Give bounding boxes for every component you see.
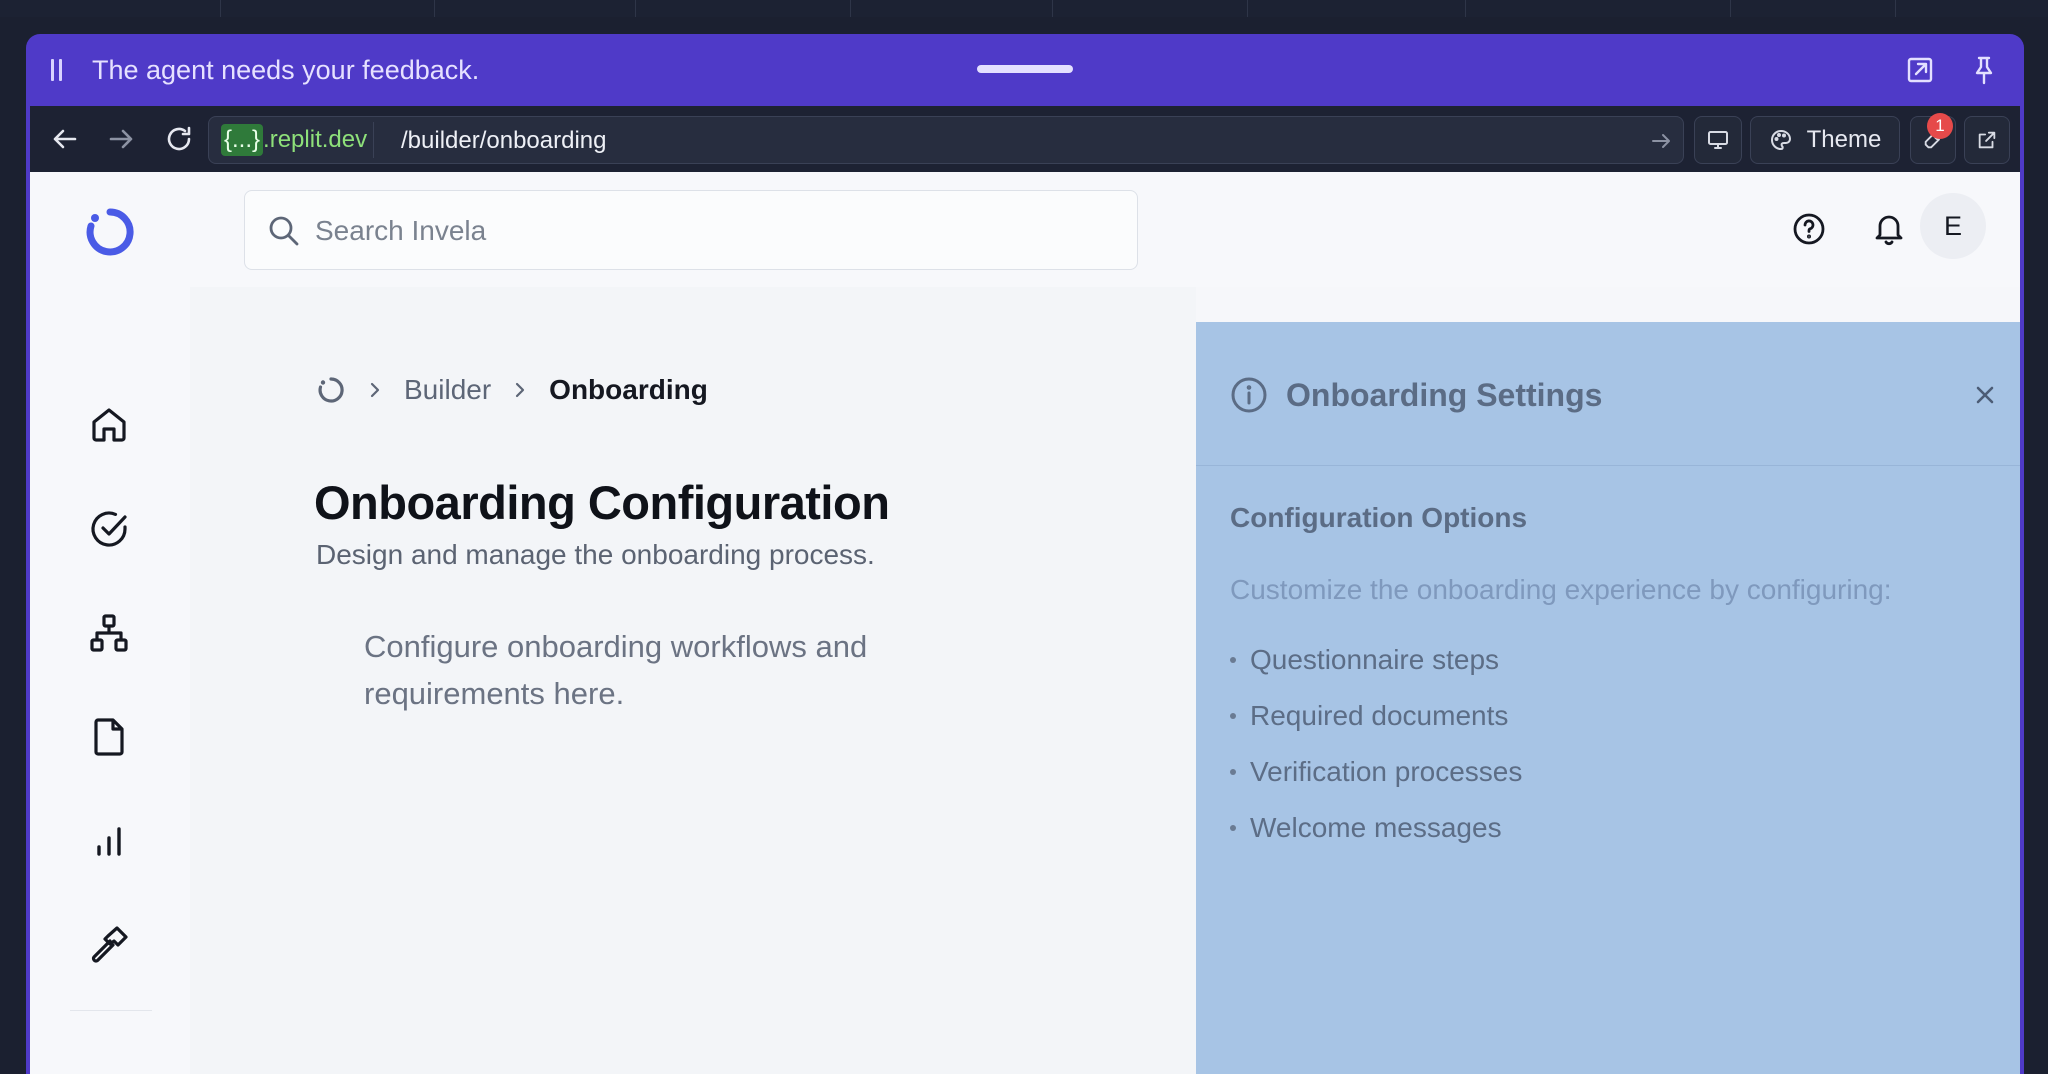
invela-app: E Builder Onboarding Onboarding Configur… — [30, 172, 2020, 1074]
sidebar — [30, 172, 190, 1074]
forward-icon[interactable] — [102, 120, 140, 158]
list-item: Questionnaire steps — [1230, 632, 1522, 688]
list-item-label: Welcome messages — [1250, 812, 1502, 843]
pin-icon[interactable] — [1968, 54, 2000, 86]
main-content: Builder Onboarding Onboarding Configurat… — [190, 287, 1196, 1074]
configuration-options-heading: Configuration Options — [1230, 502, 1528, 533]
user-avatar[interactable]: E — [1920, 193, 1986, 259]
monitor-icon — [1708, 131, 1728, 149]
search-box[interactable] — [244, 190, 1138, 270]
page-subtitle: Design and manage the onboarding process… — [316, 539, 875, 570]
list-item-label: Verification processes — [1250, 756, 1523, 787]
background-editor-strip — [0, 0, 2048, 17]
bullet — [1230, 769, 1236, 775]
palette-icon — [1770, 129, 1791, 151]
page-title: Onboarding Configuration — [314, 476, 890, 529]
close-icon[interactable] — [1972, 382, 1998, 408]
list-item-label: Required documents — [1250, 700, 1509, 731]
external-link-icon — [1978, 131, 1996, 149]
info-icon — [1230, 376, 1268, 414]
url-host-placeholder: {...} — [221, 124, 264, 156]
bullet — [1230, 825, 1236, 831]
chevron-right-icon — [516, 382, 525, 398]
list-item: Verification processes — [1230, 744, 1522, 800]
search-icon — [267, 214, 301, 248]
device-preview-button[interactable] — [1694, 116, 1742, 164]
list-item: Required documents — [1230, 688, 1522, 744]
panel-header: Onboarding Settings — [1196, 322, 2020, 466]
network-icon[interactable] — [86, 610, 132, 656]
chevron-right-icon — [370, 382, 380, 398]
open-in-new-tab-button[interactable] — [1964, 116, 2010, 164]
top-header: E — [190, 172, 2020, 287]
check-circle-icon[interactable] — [86, 506, 132, 552]
configuration-list: Questionnaire steps Required documents V… — [1230, 632, 1522, 856]
breadcrumb: Builder Onboarding — [316, 372, 708, 408]
back-icon[interactable] — [46, 120, 84, 158]
list-item-label: Questionnaire steps — [1250, 644, 1500, 675]
browser-toolbar: {...} .replit.dev /builder/onboarding The… — [30, 106, 2020, 172]
breadcrumb-current: Onboarding — [549, 374, 708, 405]
page-body-text: Configure onboarding workflows and requi… — [364, 629, 868, 711]
window-drag-handle[interactable] — [977, 65, 1073, 73]
breadcrumb-logo-icon[interactable] — [316, 375, 346, 405]
agent-feedback-message: The agent needs your feedback. — [92, 55, 480, 85]
bell-icon[interactable] — [1866, 206, 1912, 252]
chart-icon[interactable] — [86, 818, 132, 864]
url-path: /builder/onboarding — [401, 127, 607, 154]
file-icon[interactable] — [86, 714, 132, 760]
reload-icon[interactable] — [160, 120, 198, 158]
invela-logo-icon[interactable] — [82, 204, 138, 260]
url-host-domain: .replit.dev — [263, 126, 368, 153]
theme-button[interactable]: Theme — [1750, 116, 1900, 164]
panel-title: Onboarding Settings — [1286, 377, 1603, 413]
home-icon[interactable] — [86, 402, 132, 448]
onboarding-settings-panel: Onboarding Settings Configuration Option… — [1196, 322, 2020, 1074]
configuration-description: Customize the onboarding experience by c… — [1230, 574, 1892, 605]
bullet — [1230, 657, 1236, 663]
devtools-button[interactable]: 1 — [1910, 113, 1956, 164]
address-bar[interactable]: {...} .replit.dev /builder/onboarding — [208, 116, 1684, 164]
hammer-icon[interactable] — [86, 922, 132, 968]
navigate-arrow-icon[interactable] — [1649, 129, 1673, 153]
bullet — [1230, 713, 1236, 719]
devtools-badge: 1 — [1927, 113, 1953, 139]
list-item: Welcome messages — [1230, 800, 1522, 856]
drag-grip-icon[interactable] — [50, 59, 64, 81]
url-host: {...} .replit.dev — [215, 122, 375, 158]
agent-preview-window: The agent needs your feedback. {...} .rep… — [26, 34, 2024, 1074]
breadcrumb-builder[interactable]: Builder — [404, 374, 491, 406]
theme-label: Theme — [1806, 126, 1882, 153]
agent-feedback-bar: The agent needs your feedback. — [26, 34, 2024, 106]
search-input[interactable] — [315, 209, 1095, 253]
sidebar-divider — [70, 1010, 152, 1011]
help-icon[interactable] — [1786, 206, 1832, 252]
expand-window-icon[interactable] — [1904, 54, 1936, 86]
